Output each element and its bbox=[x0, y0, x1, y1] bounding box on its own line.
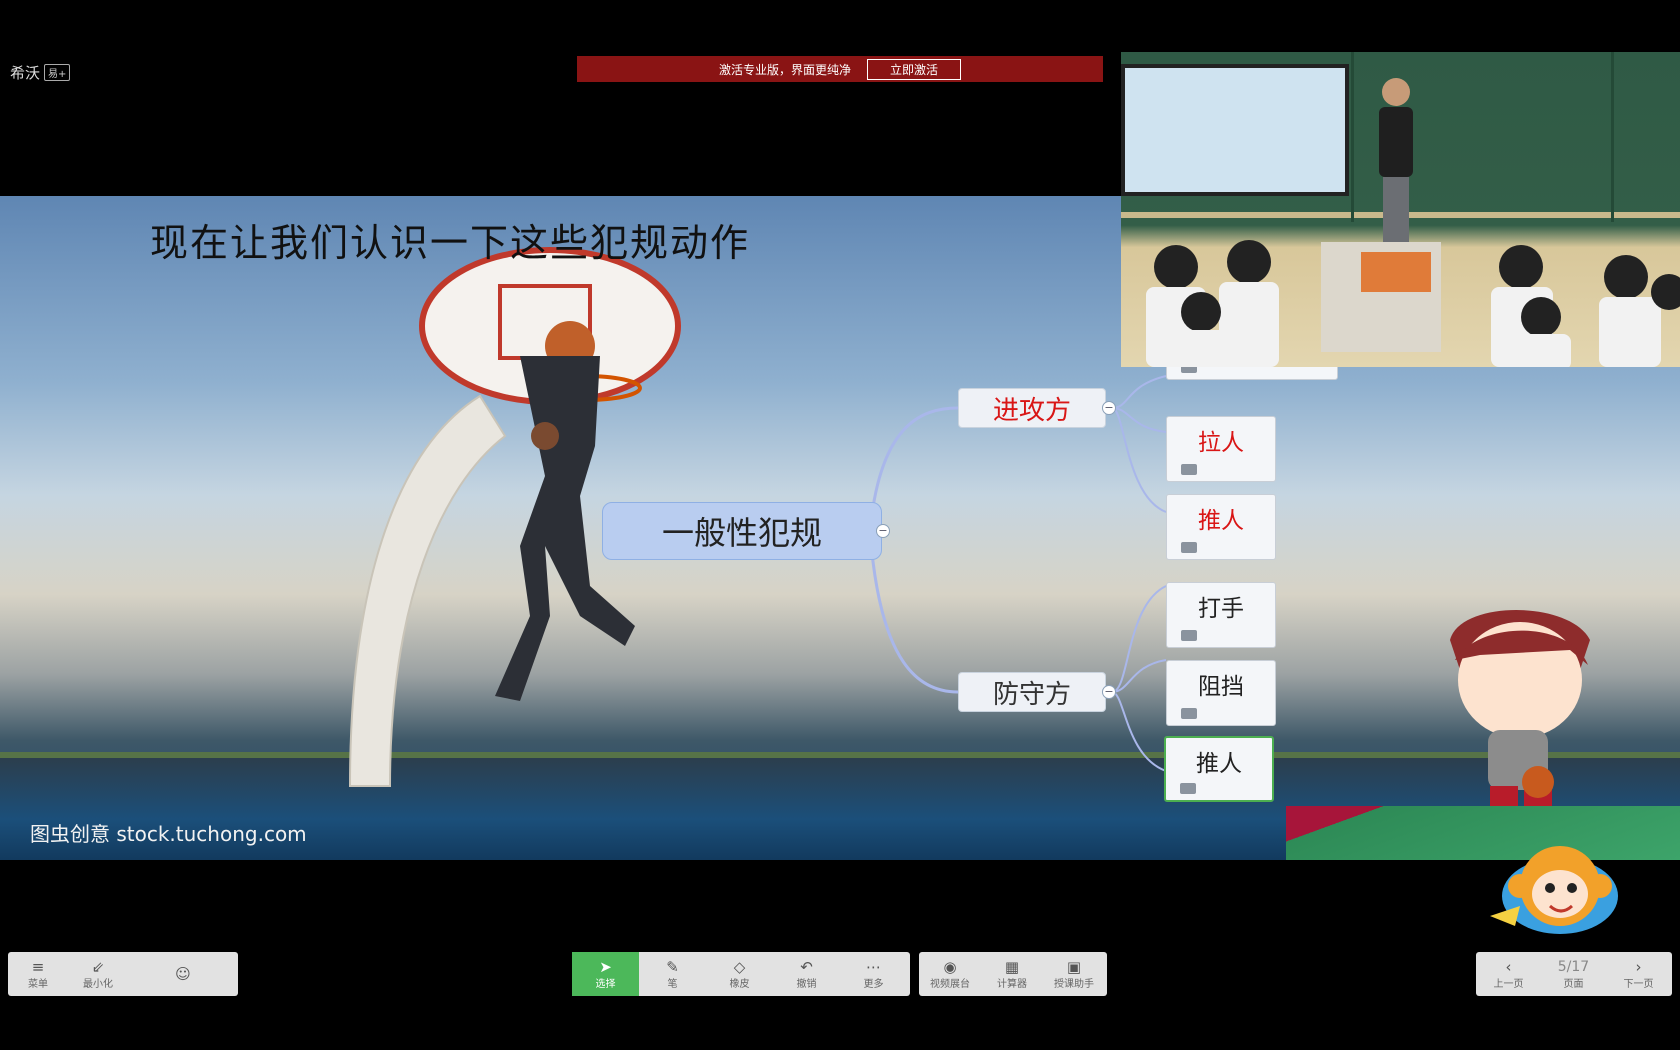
teaching-assistant-button[interactable]: ▣ 授课助手 bbox=[1043, 952, 1105, 996]
avatar-icon: ☺ bbox=[175, 965, 191, 983]
attack-leaf-card[interactable]: 拉人 bbox=[1166, 416, 1276, 482]
prev-page-label: 上一页 bbox=[1493, 978, 1524, 990]
page-label: 页面 bbox=[1563, 978, 1584, 990]
monkey-mascot-icon[interactable] bbox=[1480, 836, 1630, 940]
logo-badge: 易+ bbox=[44, 64, 71, 81]
image-icon bbox=[1181, 630, 1197, 641]
mindmap-central-node[interactable]: 一般性犯规 bbox=[602, 502, 882, 560]
image-icon bbox=[1181, 464, 1197, 475]
defense-node-label: 防守方 bbox=[992, 679, 1071, 710]
leaf-label: 打手 bbox=[1198, 596, 1244, 622]
classroom-video-feed[interactable] bbox=[1121, 52, 1680, 367]
calculator-button[interactable]: ▦ 计算器 bbox=[981, 952, 1043, 996]
chevron-right-icon: › bbox=[1635, 957, 1642, 976]
whiteboard-app: 希沃 易+ 激活专业版，界面更纯净 立即激活 现在让我们认识一下这些犯规动作 图… bbox=[0, 0, 1680, 1050]
eraser-tool-button[interactable]: ◇ 橡皮 bbox=[706, 952, 773, 996]
eraser-label: 橡皮 bbox=[729, 978, 750, 990]
undo-label: 撤销 bbox=[796, 978, 817, 990]
undo-icon: ↶ bbox=[800, 957, 813, 976]
prev-page-button[interactable]: ‹ 上一页 bbox=[1476, 952, 1541, 996]
select-tool-button[interactable]: ➤ 选择 bbox=[572, 952, 639, 996]
pen-label: 笔 bbox=[667, 978, 678, 990]
cursor-icon: ➤ bbox=[599, 957, 612, 976]
pen-icon: ✎ bbox=[666, 957, 679, 976]
classroom-scene bbox=[1146, 52, 1680, 367]
app-logo: 希沃 易+ bbox=[10, 62, 71, 83]
menu-icon: ≡ bbox=[31, 957, 45, 976]
collapse-central-icon[interactable]: − bbox=[876, 524, 890, 538]
toolbar-tools: ➤ 选择 ✎ 笔 ◇ 橡皮 ↶ 撤销 ⋯ 更多 bbox=[572, 952, 910, 996]
avatar-button[interactable]: ☺ bbox=[128, 952, 238, 996]
activation-message: 激活专业版，界面更纯净 bbox=[718, 62, 851, 77]
next-page-button[interactable]: › 下一页 bbox=[1606, 952, 1671, 996]
toolbar-left: ≡ 菜单 ⇙ 最小化 ☺ bbox=[8, 952, 238, 996]
video-booth-label: 视频展台 bbox=[930, 978, 970, 990]
mindmap-attack-node[interactable]: 进攻方 bbox=[958, 388, 1106, 428]
next-page-label: 下一页 bbox=[1623, 978, 1654, 990]
central-node-label: 一般性犯规 bbox=[661, 514, 822, 552]
mindmap-defense-node[interactable]: 防守方 bbox=[958, 672, 1106, 712]
menu-button[interactable]: ≡ 菜单 bbox=[8, 952, 68, 996]
leaf-label: 推人 bbox=[1198, 508, 1244, 534]
activate-button[interactable]: 立即激活 bbox=[867, 58, 962, 80]
minimize-icon: ⇙ bbox=[91, 957, 105, 976]
toolbar-apps: ◉ 视频展台 ▦ 计算器 ▣ 授课助手 bbox=[919, 952, 1107, 996]
more-label: 更多 bbox=[863, 978, 884, 990]
menu-label: 菜单 bbox=[28, 978, 48, 990]
undo-button[interactable]: ↶ 撤销 bbox=[773, 952, 840, 996]
image-icon bbox=[1180, 783, 1196, 794]
calculator-label: 计算器 bbox=[997, 978, 1027, 990]
minimize-label: 最小化 bbox=[83, 978, 113, 990]
minimize-button[interactable]: ⇙ 最小化 bbox=[68, 952, 128, 996]
more-icon: ⋯ bbox=[866, 957, 881, 976]
assistant-label: 授课助手 bbox=[1054, 978, 1094, 990]
page-count: 5/17 bbox=[1557, 958, 1590, 975]
more-button[interactable]: ⋯ 更多 bbox=[840, 952, 907, 996]
page-navigator: ‹ 上一页 5/17 页面 › 下一页 bbox=[1476, 952, 1672, 996]
camera-icon: ◉ bbox=[943, 957, 957, 976]
image-icon bbox=[1181, 542, 1197, 553]
collapse-defense-icon[interactable]: − bbox=[1102, 685, 1116, 699]
cartoon-boy-image bbox=[1450, 610, 1590, 826]
leaf-label: 推人 bbox=[1196, 751, 1242, 777]
image-icon bbox=[1181, 708, 1197, 719]
attack-leaf-card[interactable]: 推人 bbox=[1166, 494, 1276, 560]
leaf-label: 阻挡 bbox=[1198, 674, 1244, 700]
collapse-attack-icon[interactable]: − bbox=[1102, 401, 1116, 415]
page-indicator[interactable]: 5/17 页面 bbox=[1541, 952, 1606, 996]
attack-node-label: 进攻方 bbox=[992, 395, 1071, 426]
activation-banner: 激活专业版，界面更纯净 立即激活 bbox=[577, 56, 1103, 82]
select-label: 选择 bbox=[595, 978, 616, 990]
leaf-label: 拉人 bbox=[1198, 430, 1244, 456]
logo-text: 希沃 bbox=[10, 64, 41, 82]
pen-tool-button[interactable]: ✎ 笔 bbox=[639, 952, 706, 996]
defense-leaf-card[interactable]: 打手 bbox=[1166, 582, 1276, 648]
defense-leaf-card[interactable]: 推人 bbox=[1164, 736, 1274, 802]
defense-leaf-card[interactable]: 阻挡 bbox=[1166, 660, 1276, 726]
assistant-icon: ▣ bbox=[1066, 957, 1082, 976]
calculator-icon: ▦ bbox=[1004, 957, 1020, 976]
chevron-left-icon: ‹ bbox=[1505, 957, 1512, 976]
video-booth-button[interactable]: ◉ 视频展台 bbox=[919, 952, 981, 996]
eraser-icon: ◇ bbox=[733, 957, 746, 976]
